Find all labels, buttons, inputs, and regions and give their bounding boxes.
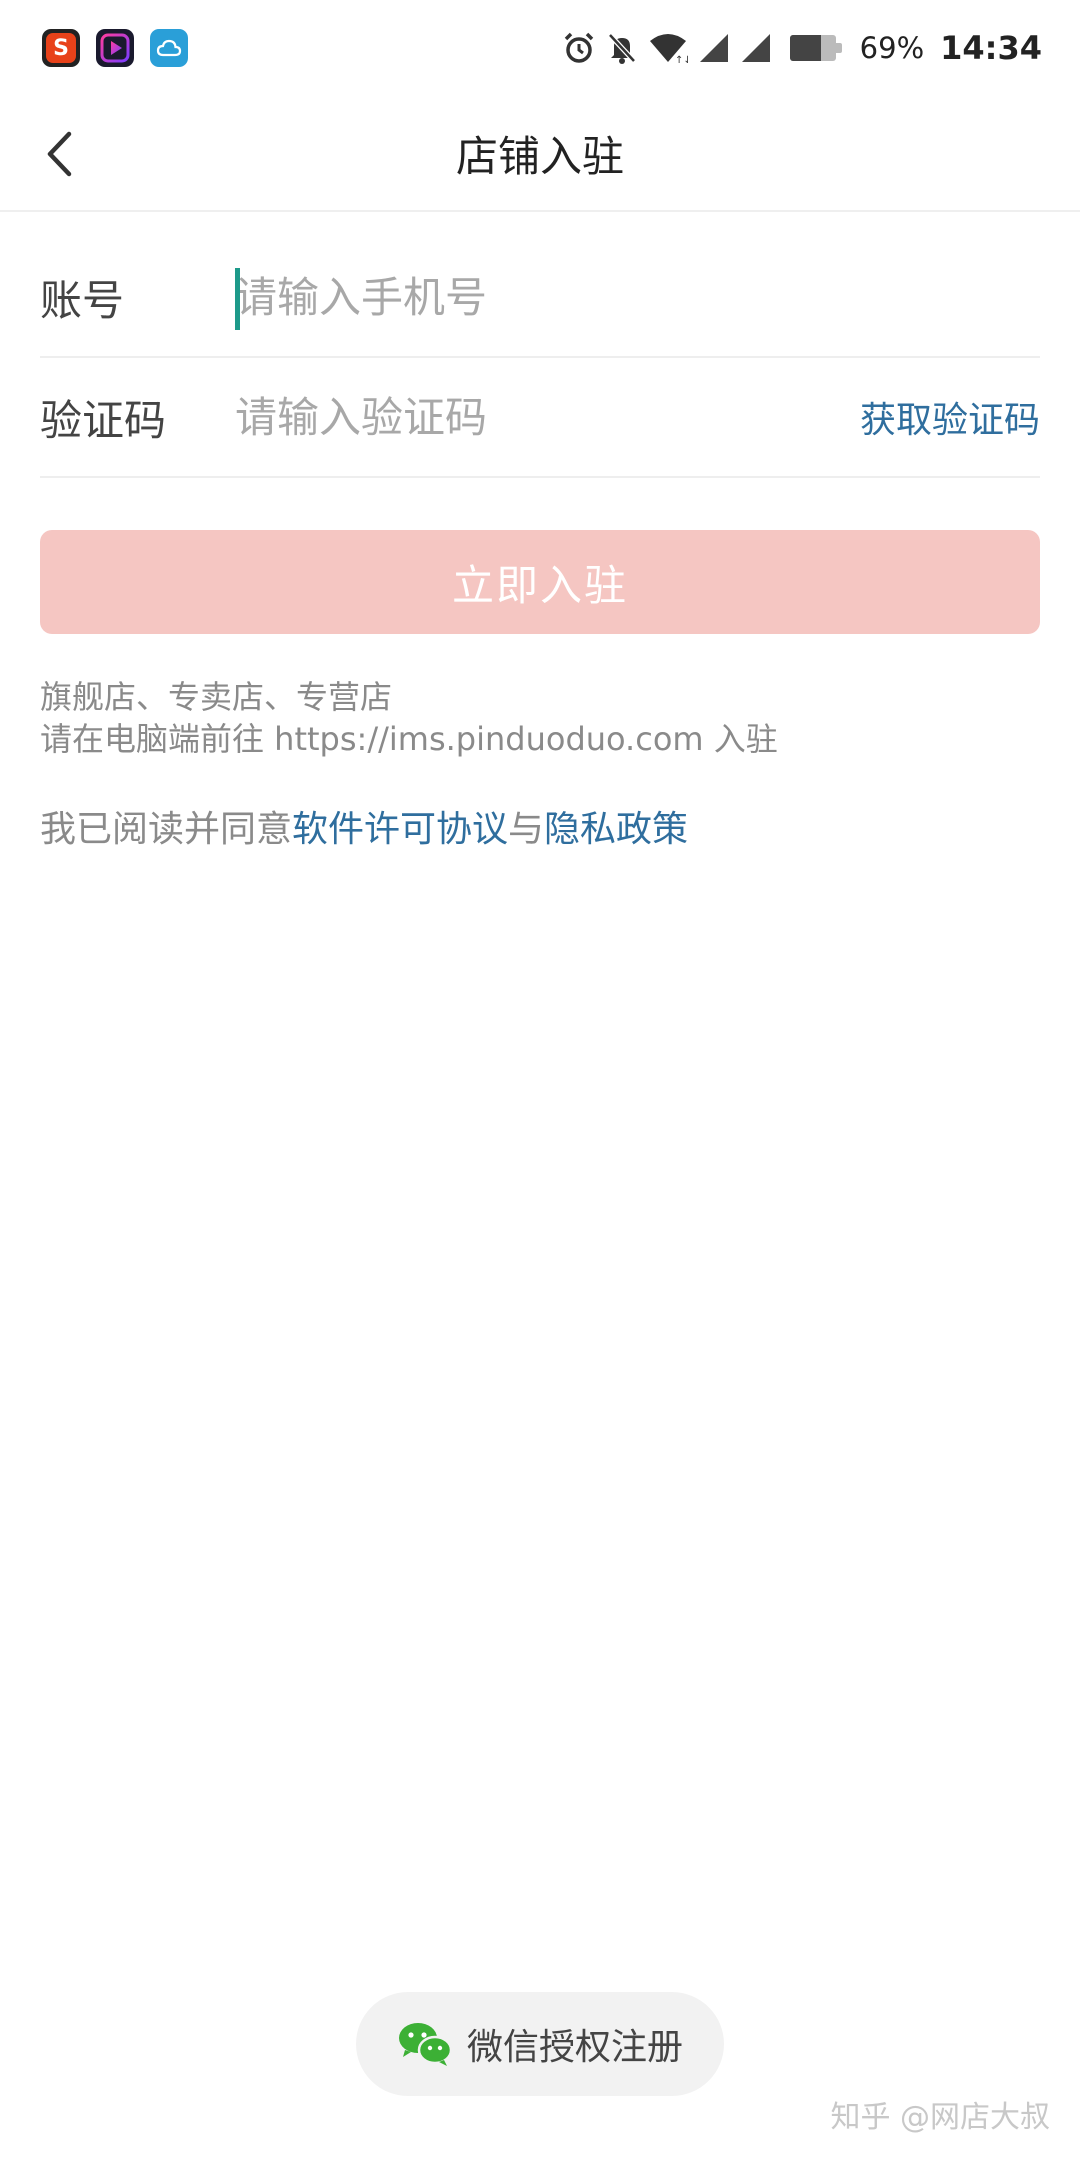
agreement-text: 我已阅读并同意软件许可协议与隐私政策 [40,800,1040,852]
video-app-icon [96,29,134,67]
bell-muted-icon [607,33,636,64]
status-bar: S ↑↓ 69% 14:34 [0,0,1080,96]
svg-text:↑↓: ↑↓ [675,55,688,64]
store-registration-screen: S ↑↓ 69% 14:34 店铺入驻 账号 请输入手机号 验证码 请输入验证码… [0,0,1080,2160]
wechat-register-button[interactable]: 微信授权注册 [356,1992,724,2096]
wechat-register-label: 微信授权注册 [466,2027,683,2068]
battery-percent: 69% [859,31,925,65]
battery-icon [789,35,842,61]
account-label: 账号 [40,275,125,325]
desktop-url-text: 请在电脑端前往 https://ims.pinduoduo.com 入驻 [40,720,778,758]
signal-icon [699,34,728,62]
store-type-notes: 旗舰店、专卖店、专营店 请在电脑端前往 https://ims.pinduodu… [40,676,1040,760]
account-row: 账号 [40,238,1040,358]
navigation-bar: 店铺入驻 [0,96,1080,212]
phone-input[interactable] [235,257,1040,337]
system-status: ↑↓ 69% 14:34 [562,29,1042,67]
registration-form: 账号 验证码 获取验证码 [40,238,1040,478]
get-code-button[interactable]: 获取验证码 [860,391,1040,443]
back-button[interactable] [30,124,90,184]
verification-code-input[interactable] [235,377,860,457]
wechat-icon [398,2023,453,2066]
sogou-icon: S [42,29,80,67]
agreement-connector: 与 [508,809,545,850]
code-label: 验证码 [40,395,167,445]
watermark: 知乎 @网店大叔 [830,2100,1050,2135]
privacy-policy-link[interactable]: 隐私政策 [544,809,688,850]
text-cursor [235,268,240,330]
chevron-left-icon [47,131,72,177]
notification-icons: S [42,29,188,67]
cloud-app-icon [150,29,188,67]
code-row: 验证码 获取验证码 [40,358,1040,478]
page-title: 店铺入驻 [455,131,624,181]
clock: 14:34 [940,29,1042,67]
store-types-text: 旗舰店、专卖店、专营店 [40,678,393,716]
agreement-prefix: 我已阅读并同意 [40,809,293,850]
alarm-icon [564,32,593,63]
wifi-icon: ↑↓ [649,34,688,64]
join-now-button[interactable]: 立即入驻 [40,530,1040,634]
license-agreement-link[interactable]: 软件许可协议 [292,809,508,850]
signal-icon-2 [741,34,770,62]
